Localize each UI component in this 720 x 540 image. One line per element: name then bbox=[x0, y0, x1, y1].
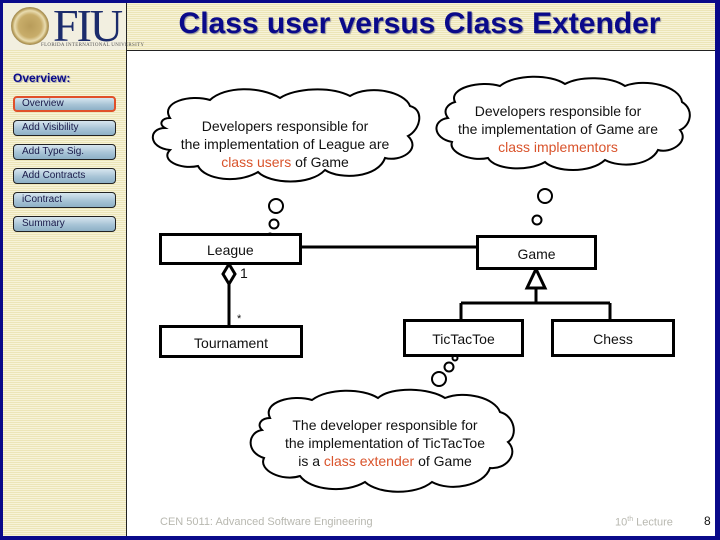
lecture-label: Lecture bbox=[636, 516, 673, 529]
class-chess[interactable]: Chess bbox=[551, 319, 675, 357]
thought-bubble bbox=[443, 361, 455, 373]
class-tictactoe[interactable]: TicTacToe bbox=[403, 319, 524, 357]
footer-course: CEN 5011: Advanced Software Engineering bbox=[160, 516, 373, 528]
thought-bubble bbox=[268, 218, 280, 230]
callout-text-rest: of Game bbox=[414, 453, 472, 469]
multiplicity-one: 1 bbox=[240, 265, 248, 281]
callout-line: class implementors bbox=[428, 138, 688, 156]
footer-lecture: 10th Lecture bbox=[615, 516, 673, 529]
thought-bubble bbox=[431, 371, 447, 387]
callout-line: is a class extender of Game bbox=[250, 452, 520, 470]
callout-line: the implementation of League are bbox=[180, 136, 390, 152]
lecture-suffix: th bbox=[627, 516, 634, 523]
tictactoe-callout-text: The developer responsible for the implem… bbox=[250, 416, 520, 470]
class-tournament[interactable]: Tournament bbox=[159, 325, 303, 358]
aggregation-diamond-icon bbox=[221, 261, 237, 287]
callout-text-prefix: is a bbox=[298, 453, 324, 469]
thought-bubble bbox=[531, 214, 543, 226]
generalization-triangle-icon bbox=[524, 265, 548, 290]
callout-line: class users of Game bbox=[150, 153, 420, 171]
thought-bubble bbox=[268, 198, 284, 214]
lecture-number: 10 bbox=[615, 516, 628, 529]
callout-line: the implementation of TicTacToe bbox=[285, 435, 485, 451]
highlight-class-users: class users bbox=[221, 154, 292, 170]
league-callout-text: Developers responsible for the implement… bbox=[150, 117, 420, 171]
callout-line: The developer responsible for bbox=[292, 417, 478, 433]
highlight-class-implementors: class implementors bbox=[498, 139, 618, 155]
thought-bubble bbox=[537, 188, 553, 204]
page-number: 8 bbox=[704, 514, 711, 528]
class-game[interactable]: Game bbox=[476, 235, 597, 270]
class-league[interactable]: League bbox=[159, 233, 302, 265]
callout-line: the implementation of Game are bbox=[458, 121, 658, 137]
callout-line: Developers responsible for bbox=[474, 103, 642, 119]
game-callout-text: Developers responsible for the implement… bbox=[428, 102, 688, 156]
highlight-class-extender: class extender bbox=[323, 453, 415, 469]
callout-text-rest: of Game bbox=[291, 154, 349, 170]
callout-line: Developers responsible for bbox=[201, 118, 369, 134]
multiplicity-many: * bbox=[237, 313, 242, 325]
